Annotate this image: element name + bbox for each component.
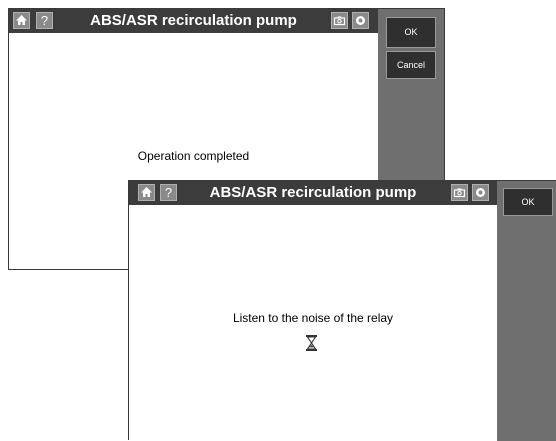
record-button[interactable] xyxy=(352,12,369,29)
home-button[interactable] xyxy=(13,12,30,29)
record-icon xyxy=(476,188,485,197)
camera-icon xyxy=(453,188,466,198)
help-icon: ? xyxy=(164,185,173,200)
titlebar: ABS/ASR recirculation pump ? xyxy=(9,9,378,33)
titlebar: ABS/ASR recirculation pump ? xyxy=(129,181,497,205)
help-button[interactable]: ? xyxy=(160,184,177,201)
content-area: Listen to the noise of the relay xyxy=(129,205,497,441)
help-button[interactable]: ? xyxy=(36,12,53,29)
record-icon xyxy=(356,16,365,25)
dialog-title: ABS/ASR recirculation pump xyxy=(90,12,297,29)
ok-button[interactable]: OK xyxy=(386,17,436,48)
side-panel: OK xyxy=(497,181,556,441)
cancel-button[interactable]: Cancel xyxy=(386,51,436,79)
help-icon: ? xyxy=(40,13,49,28)
home-icon xyxy=(16,15,27,25)
ok-button[interactable]: OK xyxy=(503,188,553,216)
home-button[interactable] xyxy=(138,184,155,201)
dialog-title: ABS/ASR recirculation pump xyxy=(209,184,417,201)
camera-button[interactable] xyxy=(451,184,468,201)
record-button[interactable] xyxy=(472,184,489,201)
home-icon xyxy=(141,187,152,197)
instruction-message: Listen to the noise of the relay xyxy=(232,311,394,325)
front-dialog: ABS/ASR recirculation pump ? Listen to t… xyxy=(128,180,556,441)
camera-icon xyxy=(333,16,346,26)
hourglass-icon xyxy=(306,335,317,351)
status-message: Operation completed xyxy=(137,149,250,163)
camera-button[interactable] xyxy=(331,12,348,29)
